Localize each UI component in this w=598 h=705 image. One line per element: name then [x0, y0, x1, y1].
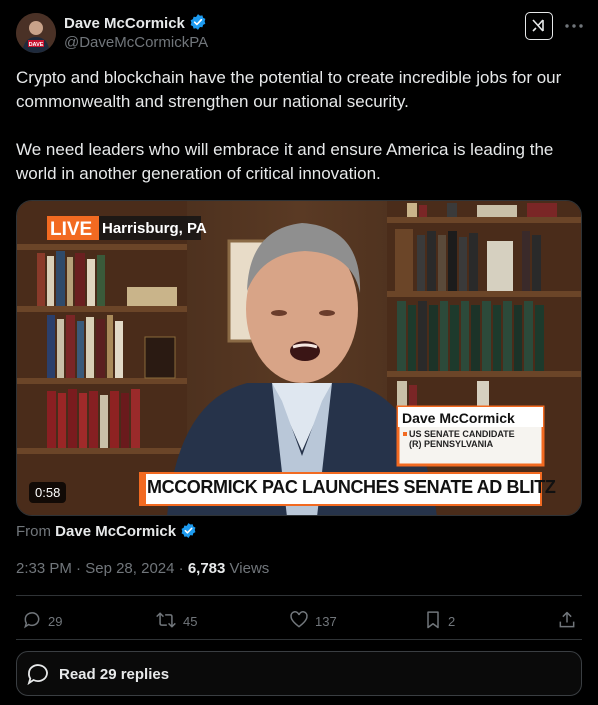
share-icon [557, 610, 577, 633]
verified-badge-icon [189, 13, 207, 35]
verified-badge-icon [180, 522, 197, 543]
lower-third-name: Dave McCormick [402, 410, 515, 426]
views-label: Views [229, 560, 270, 577]
tweet-paragraph-1: Crypto and blockchain have the potential… [16, 68, 562, 111]
bookmark-icon [424, 610, 442, 633]
tweet-text: Crypto and blockchain have the potential… [16, 66, 582, 210]
video-duration: 0:58 [29, 482, 67, 503]
repost-count: 45 [183, 614, 198, 629]
heart-icon [289, 610, 309, 633]
author-handle[interactable]: @DaveMcCormickPA [64, 34, 208, 51]
tweet-meta: 2:33 PM · Sep 28, 2024 · 6,783 Views [16, 560, 269, 577]
tweet-date[interactable]: Sep 28, 2024 [85, 560, 174, 577]
like-count: 137 [315, 614, 337, 629]
video-location: Harrisburg, PA [102, 220, 207, 237]
meta-separator: · [178, 560, 184, 577]
live-label: LIVE [50, 219, 93, 240]
divider [16, 639, 582, 640]
source-prefix: From [16, 523, 51, 540]
reply-icon [22, 610, 42, 633]
views-count: 6,783 [187, 560, 226, 577]
reply-count: 29 [48, 614, 63, 629]
lower-third-line-1: US SENATE CANDIDATE [409, 429, 515, 439]
lower-third-line-2: (R) PENNSYLVANIA [409, 439, 494, 449]
bookmark-button[interactable]: 2 [424, 610, 455, 633]
source-attribution: From Dave McCormick [16, 522, 197, 543]
video-headline: MCCORMICK PAC LAUNCHES SENATE AD BLITZ [147, 477, 556, 497]
meta-separator: · [76, 560, 82, 577]
avatar[interactable]: DAVE [16, 13, 56, 53]
share-button[interactable] [557, 610, 577, 633]
bookmark-count: 2 [448, 614, 456, 629]
repost-button[interactable]: 45 [155, 610, 197, 633]
more-icon[interactable] [562, 14, 586, 38]
author-name-row[interactable]: Dave McCormick [64, 13, 207, 35]
divider [16, 595, 582, 596]
author-name[interactable]: Dave McCormick [64, 15, 185, 32]
video-player[interactable] [16, 200, 582, 516]
repost-icon [155, 610, 177, 633]
lower-third-title: US SENATE CANDIDATE (R) PENNSYLVANIA [409, 429, 515, 449]
reply-button[interactable]: 29 [22, 610, 62, 633]
replies-bubble-icon [26, 662, 50, 691]
avatar-badge-text: DAVE [29, 42, 44, 48]
like-button[interactable]: 137 [289, 610, 337, 633]
source-name[interactable]: Dave McCormick [55, 523, 176, 540]
read-replies-label[interactable]: Read 29 replies [59, 666, 169, 683]
tweet-paragraph-2: We need leaders who will embrace it and … [16, 140, 554, 183]
tweet-time[interactable]: 2:33 PM [16, 560, 72, 577]
grok-icon[interactable] [525, 12, 553, 40]
